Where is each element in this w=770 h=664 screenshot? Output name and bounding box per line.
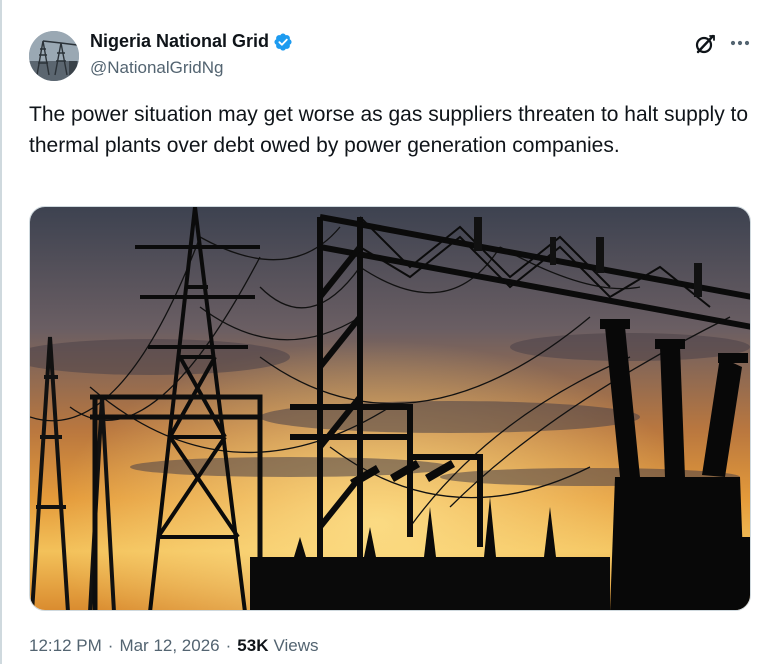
tweet-metadata: 12:12 PM · Mar 12, 2026 · 53K Views [29, 636, 319, 656]
meta-separator: · [225, 636, 232, 655]
grok-icon[interactable] [693, 32, 717, 56]
avatar[interactable] [29, 31, 79, 81]
verified-badge-icon [274, 32, 292, 51]
author-name-row[interactable]: Nigeria National Grid [90, 31, 293, 52]
tweet-card: Nigeria National Grid @NationalGridNg Th… [0, 0, 770, 664]
views-label[interactable]: Views [273, 636, 318, 656]
meta-separator: · [107, 636, 114, 655]
more-icon[interactable] [727, 30, 753, 56]
tweet-text: The power situation may get worse as gas… [29, 103, 749, 157]
tweet-image[interactable] [29, 206, 751, 611]
tweet-date[interactable]: Mar 12, 2026 [119, 636, 219, 656]
author-handle[interactable]: @NationalGridNg [90, 58, 223, 78]
views-count[interactable]: 53K [237, 636, 268, 656]
author-display-name[interactable]: Nigeria National Grid [90, 31, 269, 52]
tweet-time[interactable]: 12:12 PM [29, 636, 102, 656]
power-lines-sunset-image [30, 207, 750, 610]
